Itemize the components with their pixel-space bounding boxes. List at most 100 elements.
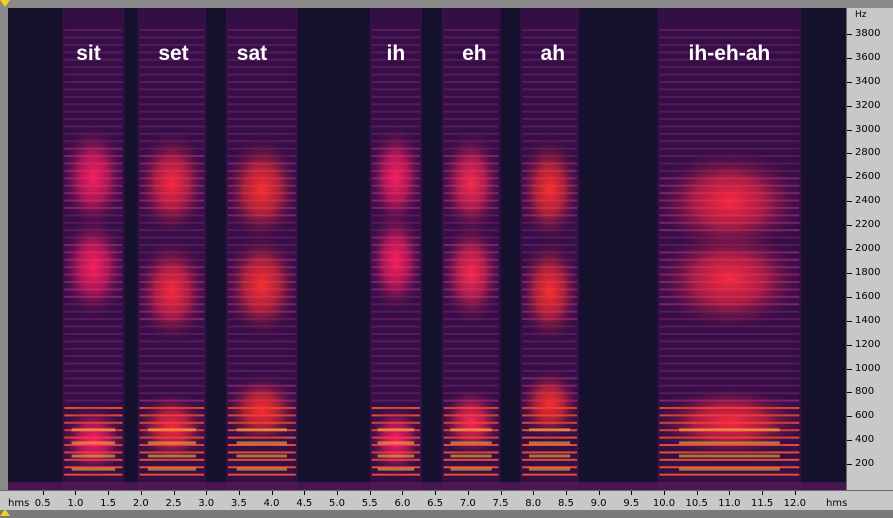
harmonic-band xyxy=(371,369,421,372)
harmonic-band xyxy=(522,362,577,365)
harmonic-band xyxy=(522,118,577,121)
x-tick-mark xyxy=(402,491,404,495)
x-tick-mark xyxy=(173,491,175,495)
y-tick-mark xyxy=(847,392,852,394)
formant-blob xyxy=(367,122,425,233)
harmonic-band xyxy=(64,325,123,328)
harmonic-band xyxy=(64,362,123,365)
low-harmonic xyxy=(147,454,196,458)
harmonic-band xyxy=(64,384,123,387)
low-harmonic xyxy=(450,454,492,458)
harmonic-band xyxy=(443,95,499,98)
y-tick-mark xyxy=(847,201,852,203)
harmonic-band xyxy=(64,118,123,121)
harmonic-band xyxy=(227,355,296,358)
low-harmonic xyxy=(377,467,415,471)
playhead-top-marker-icon[interactable] xyxy=(0,0,10,7)
word-label-3: sat xyxy=(236,42,268,65)
x-tick-mark xyxy=(108,491,110,495)
x-tick-label: 7.0 xyxy=(459,498,476,509)
harmonic-band xyxy=(139,88,205,91)
harmonic-band xyxy=(139,110,205,113)
x-tick-mark xyxy=(631,491,633,495)
harmonic-band xyxy=(443,125,499,128)
harmonic-band xyxy=(659,29,800,32)
harmonic-band xyxy=(227,36,296,39)
harmonic-band xyxy=(443,355,499,358)
harmonic-band xyxy=(371,340,421,343)
time-unit-label-right: hms xyxy=(826,498,848,509)
harmonic-band xyxy=(371,29,421,32)
time-ruler[interactable]: hms hms 0.5 1.0 1.5 2.0 2.5 3.0 3.5 4.0 4.5 5.0 5.… xyxy=(0,490,893,511)
formant-blob xyxy=(222,372,302,449)
harmonic-band xyxy=(64,369,123,372)
y-tick-label: 400 xyxy=(855,434,875,446)
low-harmonic xyxy=(236,467,287,471)
y-tick-mark xyxy=(847,320,852,322)
harmonic-band xyxy=(443,110,499,113)
formant-blob xyxy=(367,402,425,479)
harmonic-band xyxy=(64,88,123,91)
y-tick-label: 3000 xyxy=(855,123,881,135)
harmonic-band xyxy=(659,347,800,350)
x-tick-mark xyxy=(238,491,240,495)
harmonic-band xyxy=(443,347,499,350)
word-label-6: ah xyxy=(540,42,566,65)
harmonic-band xyxy=(139,118,205,121)
harmonic-band xyxy=(522,347,577,350)
x-tick-label: 10.5 xyxy=(685,498,708,509)
playhead-bottom-marker-icon[interactable] xyxy=(0,509,10,516)
low-harmonic xyxy=(147,428,196,432)
harmonic-band xyxy=(659,80,800,83)
bottom-scroll-bar[interactable] xyxy=(0,510,893,518)
harmonic-band xyxy=(64,36,123,39)
harmonic-band xyxy=(64,347,123,350)
x-tick-label: 5.5 xyxy=(361,498,378,509)
low-harmonic xyxy=(377,441,415,445)
harmonic-band xyxy=(522,458,577,461)
low-harmonic xyxy=(236,441,287,445)
y-tick-mark xyxy=(847,225,852,227)
y-tick-label: 1400 xyxy=(855,314,881,326)
harmonic-band xyxy=(443,88,499,91)
x-tick-mark xyxy=(696,491,698,495)
harmonic-band xyxy=(227,29,296,32)
harmonic-band xyxy=(443,340,499,343)
harmonic-band xyxy=(659,473,800,476)
formant-blob xyxy=(222,229,302,340)
harmonic-band xyxy=(64,66,123,69)
harmonic-band xyxy=(522,80,577,83)
x-tick-label: 4.0 xyxy=(263,498,280,509)
x-tick-mark xyxy=(794,491,796,495)
low-harmonic xyxy=(236,428,287,432)
harmonic-band xyxy=(227,458,296,461)
x-tick-label: 11.0 xyxy=(718,498,741,509)
low-harmonic xyxy=(679,454,780,458)
harmonic-band xyxy=(371,318,421,321)
harmonic-band xyxy=(139,36,205,39)
spectrogram-view[interactable] xyxy=(8,8,846,490)
y-tick-label: 3800 xyxy=(855,27,881,39)
harmonic-band xyxy=(139,95,205,98)
harmonic-band xyxy=(371,110,421,113)
harmonic-band xyxy=(371,36,421,39)
formant-blob xyxy=(650,384,809,461)
low-harmonic xyxy=(528,454,571,458)
harmonic-band xyxy=(443,66,499,69)
x-tick-mark xyxy=(467,491,469,495)
harmonic-band xyxy=(443,103,499,106)
word-label-7: ih-eh-ah xyxy=(688,42,771,65)
harmonic-band xyxy=(659,118,800,121)
x-tick-label: 12.0 xyxy=(783,498,806,509)
formant-blob xyxy=(650,146,809,257)
harmonic-band xyxy=(443,80,499,83)
x-tick-mark xyxy=(762,491,764,495)
x-tick-mark xyxy=(533,491,535,495)
y-tick-label: 1200 xyxy=(855,338,881,350)
formant-blob xyxy=(438,384,504,461)
y-tick-label: 3600 xyxy=(855,51,881,63)
harmonic-band xyxy=(443,369,499,372)
low-harmonic xyxy=(450,467,492,471)
harmonic-band xyxy=(659,355,800,358)
harmonic-band xyxy=(659,340,800,343)
